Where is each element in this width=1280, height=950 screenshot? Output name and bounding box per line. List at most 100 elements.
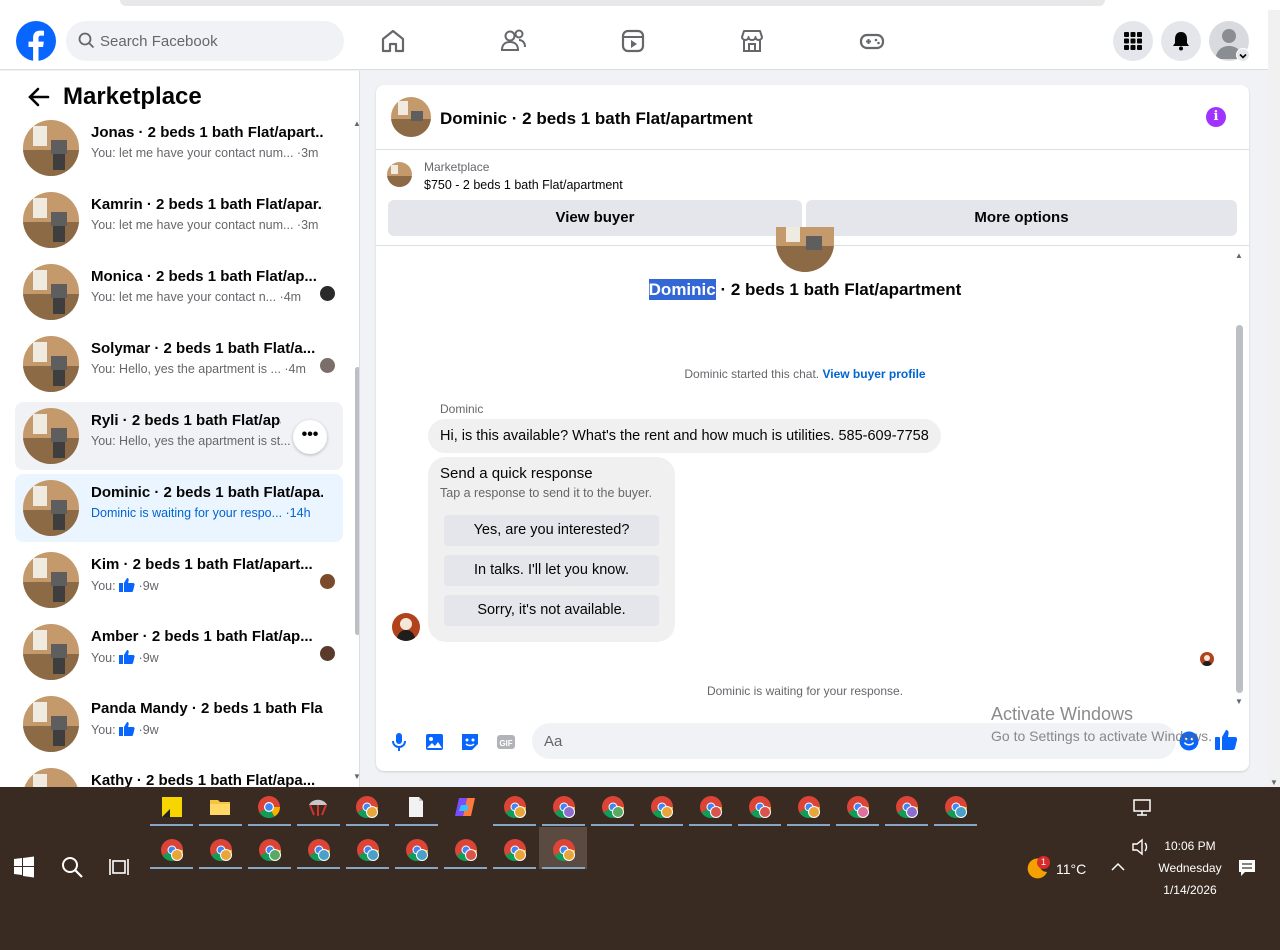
- chrome-profile-icon[interactable]: [797, 795, 821, 819]
- running-indicator: [248, 824, 291, 826]
- inbox-scrollbar[interactable]: [355, 367, 359, 635]
- volume-icon[interactable]: [1131, 838, 1151, 856]
- clock-time[interactable]: 10:06 PM: [1160, 839, 1220, 853]
- sticky-notes-icon[interactable]: [160, 795, 184, 819]
- windows-taskbar: 1 11°C 10:06 PM Wednesday 1/14/2026: [0, 787, 1280, 950]
- conversation-item[interactable]: Kim · 2 beds 1 bath Flat/apart... You: ·…: [15, 546, 343, 614]
- facebook-logo[interactable]: [16, 21, 56, 61]
- marketplace-icon[interactable]: [737, 26, 767, 56]
- task-view-icon[interactable]: [109, 857, 129, 877]
- conversation-item[interactable]: Panda Mandy · 2 beds 1 bath Fla... You: …: [15, 690, 343, 758]
- account-chevron[interactable]: [1236, 48, 1250, 62]
- search-input[interactable]: [100, 21, 330, 61]
- conversation-preview: You: let me have your contact n... ·4m: [91, 290, 302, 304]
- conversation-item[interactable]: Amber · 2 beds 1 bath Flat/ap... You: ·9…: [15, 618, 343, 686]
- chrome-profile-icon[interactable]: [209, 838, 233, 862]
- notifications-button[interactable]: [1161, 21, 1201, 61]
- preview-prefix: You:: [91, 651, 116, 665]
- sender-avatar[interactable]: [392, 613, 420, 641]
- chrome-profile-icon[interactable]: [552, 838, 576, 862]
- video-icon[interactable]: [618, 26, 648, 56]
- chrome-profile-icon[interactable]: [748, 795, 772, 819]
- conversation-item[interactable]: Jonas · 2 beds 1 bath Flat/apart... You:…: [15, 114, 343, 182]
- notification-center-icon[interactable]: [1238, 859, 1256, 877]
- app-icon[interactable]: [306, 795, 330, 819]
- conversation-item[interactable]: Solymar · 2 beds 1 bath Flat/a... You: H…: [15, 330, 343, 398]
- running-indicator: [934, 824, 977, 826]
- network-icon[interactable]: [1132, 797, 1152, 817]
- sticker-icon[interactable]: [459, 731, 481, 753]
- file-explorer-icon[interactable]: [208, 795, 232, 819]
- search-icon[interactable]: [60, 855, 84, 879]
- chrome-profile-icon[interactable]: [405, 838, 429, 862]
- home-icon[interactable]: [378, 26, 408, 56]
- chrome-profile-icon[interactable]: [944, 795, 968, 819]
- view-buyer-profile-link[interactable]: View buyer profile: [822, 367, 925, 381]
- quick-response-button[interactable]: Sorry, it's not available.: [444, 595, 659, 626]
- gaming-icon[interactable]: [857, 26, 887, 56]
- chrome-profile-icon[interactable]: [846, 795, 870, 819]
- info-icon[interactable]: i: [1206, 107, 1226, 127]
- page-scrollbar[interactable]: ▼: [1268, 10, 1280, 787]
- search-box[interactable]: [66, 21, 344, 61]
- microphone-icon[interactable]: [388, 731, 410, 753]
- listing-avatar[interactable]: [391, 97, 431, 137]
- windows-start-icon[interactable]: [13, 856, 35, 878]
- scroll-up-arrow[interactable]: ▲: [1235, 251, 1243, 260]
- chrome-profile-icon[interactable]: [650, 795, 674, 819]
- chat-scrollbar[interactable]: [1236, 325, 1243, 693]
- conversation-item[interactable]: Ryli · 2 beds 1 bath Flat/apart... You: …: [15, 402, 343, 470]
- conversation-preview: You: ·9w: [91, 722, 159, 737]
- conversation-item[interactable]: Monica · 2 beds 1 bath Flat/ap... You: l…: [15, 258, 343, 326]
- thumbs-up-icon[interactable]: [1214, 728, 1238, 752]
- conversation-item[interactable]: Kathy · 2 beds 1 bath Flat/apa...: [15, 762, 343, 787]
- message-composer[interactable]: [532, 723, 1176, 759]
- chrome-icon[interactable]: [257, 795, 281, 819]
- chrome-profile-icon[interactable]: [160, 838, 184, 862]
- conversation-name: Monica · 2 beds 1 bath Flat/ap...: [91, 268, 317, 285]
- chrome-profile-icon[interactable]: [503, 795, 527, 819]
- scroll-up-arrow[interactable]: ▲: [353, 119, 359, 128]
- scroll-down-arrow[interactable]: ▼: [353, 772, 359, 781]
- chrome-profile-icon[interactable]: [699, 795, 723, 819]
- gif-icon[interactable]: GIF: [495, 731, 517, 753]
- weather-temperature[interactable]: 11°C: [1056, 861, 1086, 877]
- friends-icon[interactable]: [498, 26, 528, 56]
- chrome-profile-icon[interactable]: [503, 838, 527, 862]
- view-buyer-button[interactable]: View buyer: [388, 200, 802, 236]
- preview-prefix: You:: [91, 579, 116, 593]
- clock-day[interactable]: Wednesday: [1152, 861, 1228, 875]
- listing-price[interactable]: $750 - 2 beds 1 bath Flat/apartment: [424, 178, 623, 192]
- chat-title[interactable]: Dominic · 2 beds 1 bath Flat/apartment: [440, 109, 753, 129]
- back-arrow-icon[interactable]: [28, 87, 50, 107]
- buyer-avatar: [320, 358, 335, 373]
- svg-text:GIF: GIF: [499, 739, 512, 748]
- chrome-profile-icon[interactable]: [895, 795, 919, 819]
- menu-button[interactable]: [1113, 21, 1153, 61]
- buyer-avatar: [320, 574, 335, 589]
- clock-date[interactable]: 1/14/2026: [1158, 883, 1222, 897]
- running-indicator: [836, 824, 879, 826]
- more-options-button[interactable]: •••: [293, 420, 327, 454]
- more-options-button[interactable]: More options: [806, 200, 1237, 236]
- chrome-profile-icon[interactable]: [355, 795, 379, 819]
- scroll-down-arrow[interactable]: ▼: [1270, 778, 1278, 787]
- photo-icon[interactable]: [423, 731, 445, 753]
- chrome-profile-icon[interactable]: [258, 838, 282, 862]
- conversation-item-selected[interactable]: Dominic · 2 beds 1 bath Flat/apa... Domi…: [15, 474, 343, 542]
- chrome-profile-icon[interactable]: [454, 838, 478, 862]
- emoji-icon[interactable]: [1178, 730, 1200, 752]
- chrome-profile-icon[interactable]: [552, 795, 576, 819]
- document-icon[interactable]: [404, 795, 428, 819]
- chrome-profile-icon[interactable]: [601, 795, 625, 819]
- chrome-profile-icon[interactable]: [356, 838, 380, 862]
- message-bubble[interactable]: Hi, is this available? What's the rent a…: [428, 419, 941, 453]
- message-input[interactable]: [544, 723, 1144, 759]
- chevron-up-icon[interactable]: [1110, 861, 1126, 873]
- scroll-down-arrow[interactable]: ▼: [1235, 697, 1243, 706]
- conversation-item[interactable]: Kamrin · 2 beds 1 bath Flat/apar... You:…: [15, 186, 343, 254]
- quick-response-button[interactable]: Yes, are you interested?: [444, 515, 659, 546]
- copilot-icon[interactable]: [453, 795, 477, 819]
- chrome-profile-icon[interactable]: [307, 838, 331, 862]
- quick-response-button[interactable]: In talks. I'll let you know.: [444, 555, 659, 586]
